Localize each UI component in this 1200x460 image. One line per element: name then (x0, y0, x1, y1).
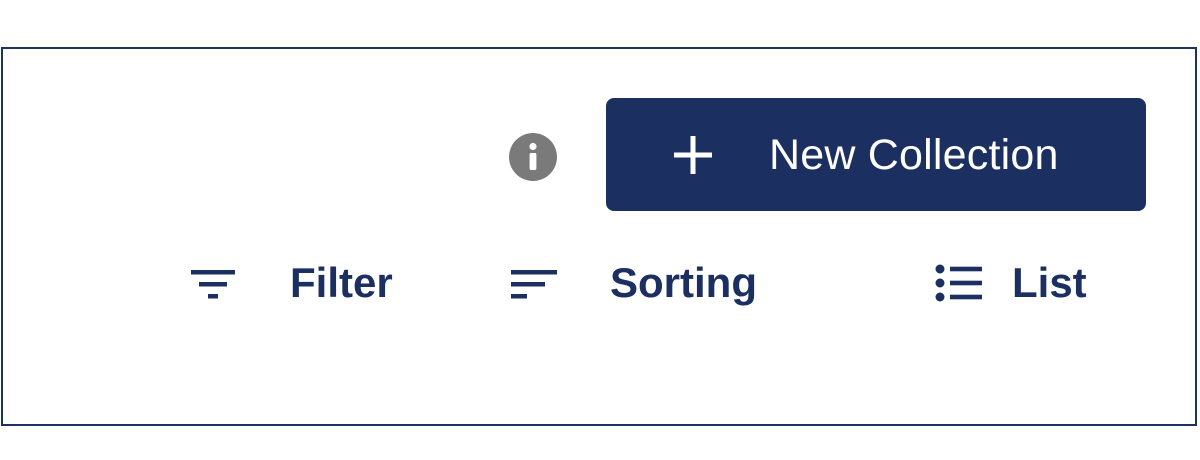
sorting-label: Sorting (610, 259, 757, 306)
filter-button[interactable]: Filter (188, 252, 393, 314)
new-collection-label: New Collection (769, 131, 1059, 179)
list-icon (935, 264, 982, 302)
list-view-button[interactable]: List (934, 252, 1087, 314)
filter-icon (191, 270, 235, 299)
info-icon[interactable] (508, 132, 558, 182)
sorting-button[interactable]: Sorting (508, 252, 757, 314)
sort-icon (511, 270, 557, 299)
new-collection-button[interactable]: New Collection (606, 98, 1146, 211)
plus-icon (674, 136, 712, 174)
filter-label: Filter (290, 259, 393, 306)
list-label: List (1012, 259, 1087, 306)
